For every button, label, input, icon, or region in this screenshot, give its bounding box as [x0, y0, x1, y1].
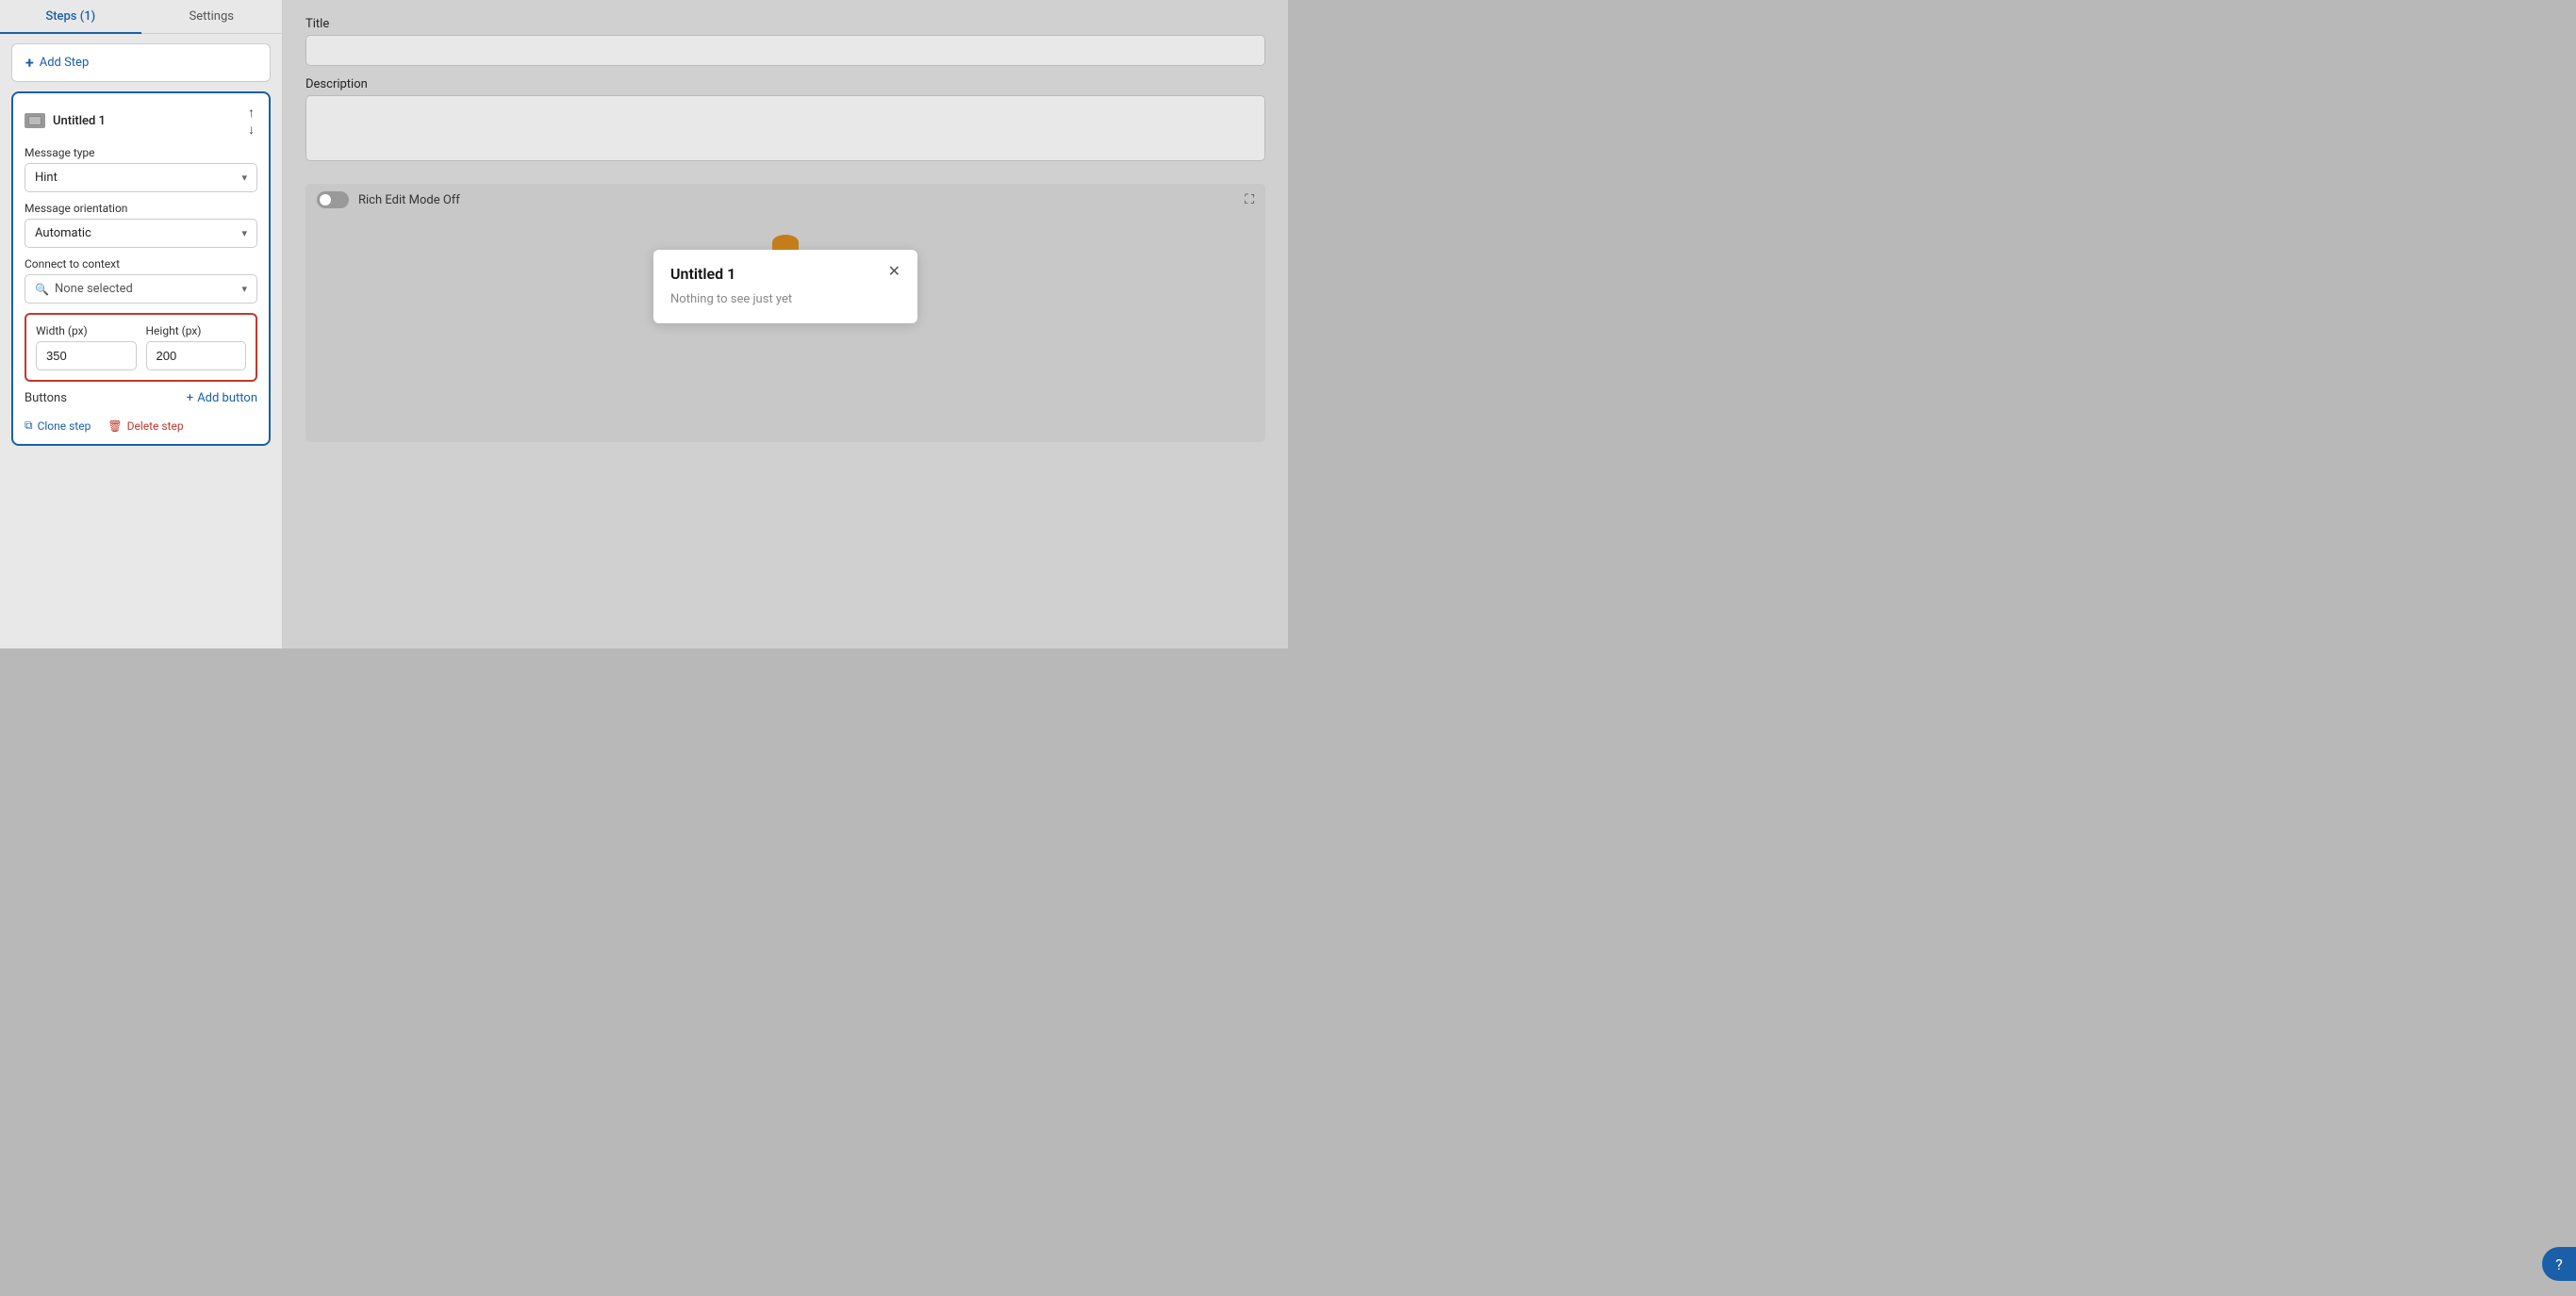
buttons-label: Buttons [25, 391, 67, 405]
preview-area: Untitled 1 ✕ Nothing to see just yet [305, 216, 1265, 442]
height-input[interactable] [146, 341, 247, 370]
trash-icon: 🗑 [107, 419, 122, 433]
left-panel: Steps (1) Settings + Add Step Untitled 1 [0, 0, 283, 648]
step-card: Untitled 1 ↑ ↓ Message type Hint ▾ Messa… [11, 91, 271, 446]
rich-edit-left: Rich Edit Mode Off [317, 191, 460, 208]
step-type-icon [25, 113, 45, 128]
connect-context-group: Connect to context 🔍 None selected ▾ [25, 257, 257, 303]
search-icon: 🔍 [35, 283, 49, 296]
message-type-label: Message type [25, 146, 257, 159]
width-label: Width (px) [36, 324, 137, 337]
message-orientation-group: Message orientation Automatic ▾ [25, 202, 257, 248]
connect-context-dropdown[interactable]: 🔍 None selected ▾ [25, 274, 257, 303]
message-type-group: Message type Hint ▾ [25, 146, 257, 192]
tooltip-anchor: Untitled 1 ✕ Nothing to see just yet [653, 235, 917, 323]
description-label: Description [305, 77, 1265, 91]
chevron-down-icon: ▾ [241, 283, 247, 295]
tooltip-popup-title: Untitled 1 [670, 265, 735, 283]
expand-icon[interactable]: ⛶ [1245, 192, 1254, 207]
rich-edit-toggle[interactable] [317, 191, 349, 208]
step-arrow-buttons: ↑ ↓ [245, 105, 257, 137]
tooltip-hat [772, 235, 799, 250]
message-orientation-label: Message orientation [25, 202, 257, 215]
height-label: Height (px) [146, 324, 247, 337]
delete-step-button[interactable]: 🗑 Delete step [107, 418, 183, 433]
plus-icon: + [187, 391, 193, 405]
clone-step-button[interactable]: ⧉ Clone step [25, 418, 91, 433]
message-orientation-dropdown[interactable]: Automatic ▾ [25, 219, 257, 248]
card-actions: ⧉ Clone step 🗑 Delete step [25, 418, 257, 433]
chevron-down-icon: ▾ [241, 227, 247, 239]
step-name-label: Untitled 1 [53, 114, 106, 128]
title-input[interactable] [305, 35, 1265, 66]
title-label: Title [305, 17, 1265, 31]
tab-settings[interactable]: Settings [141, 0, 283, 33]
step-title-row: Untitled 1 [25, 113, 106, 128]
chat-bubble-button[interactable]: ? [2542, 1247, 2576, 1281]
add-button-link[interactable]: + Add button [187, 391, 257, 405]
tooltip-popup: Untitled 1 ✕ Nothing to see just yet [653, 250, 917, 323]
add-step-button[interactable]: + Add Step [11, 43, 271, 82]
height-group: Height (px) [146, 324, 247, 370]
move-down-button[interactable]: ↓ [245, 122, 257, 137]
right-panel: Title Description Rich Edit Mode Off ⛶ U… [283, 0, 1288, 648]
rich-edit-bar: Rich Edit Mode Off ⛶ [305, 184, 1265, 216]
description-section: Description [305, 77, 1265, 165]
tab-steps[interactable]: Steps (1) [0, 0, 141, 33]
connect-context-placeholder: None selected [55, 282, 237, 296]
move-up-button[interactable]: ↑ [245, 105, 257, 120]
app-layout: Steps (1) Settings + Add Step Untitled 1 [0, 0, 1288, 648]
tooltip-close-button[interactable]: ✕ [888, 265, 900, 280]
tabs-bar: Steps (1) Settings [0, 0, 282, 34]
dimensions-box: Width (px) Height (px) [25, 313, 257, 382]
tooltip-popup-body: Nothing to see just yet [670, 292, 900, 306]
rich-edit-label: Rich Edit Mode Off [358, 193, 460, 207]
buttons-section: Buttons + Add button [25, 391, 257, 405]
width-input[interactable] [36, 341, 137, 370]
clone-icon: ⧉ [25, 418, 33, 433]
message-type-dropdown[interactable]: Hint ▾ [25, 163, 257, 192]
step-card-header: Untitled 1 ↑ ↓ [25, 105, 257, 137]
title-section: Title [305, 17, 1265, 66]
tooltip-popup-header: Untitled 1 ✕ [670, 265, 900, 283]
chevron-down-icon: ▾ [241, 172, 247, 184]
dimensions-row: Width (px) Height (px) [36, 324, 246, 370]
width-group: Width (px) [36, 324, 137, 370]
plus-icon: + [25, 54, 34, 72]
connect-context-label: Connect to context [25, 257, 257, 271]
description-textarea[interactable] [305, 95, 1265, 161]
